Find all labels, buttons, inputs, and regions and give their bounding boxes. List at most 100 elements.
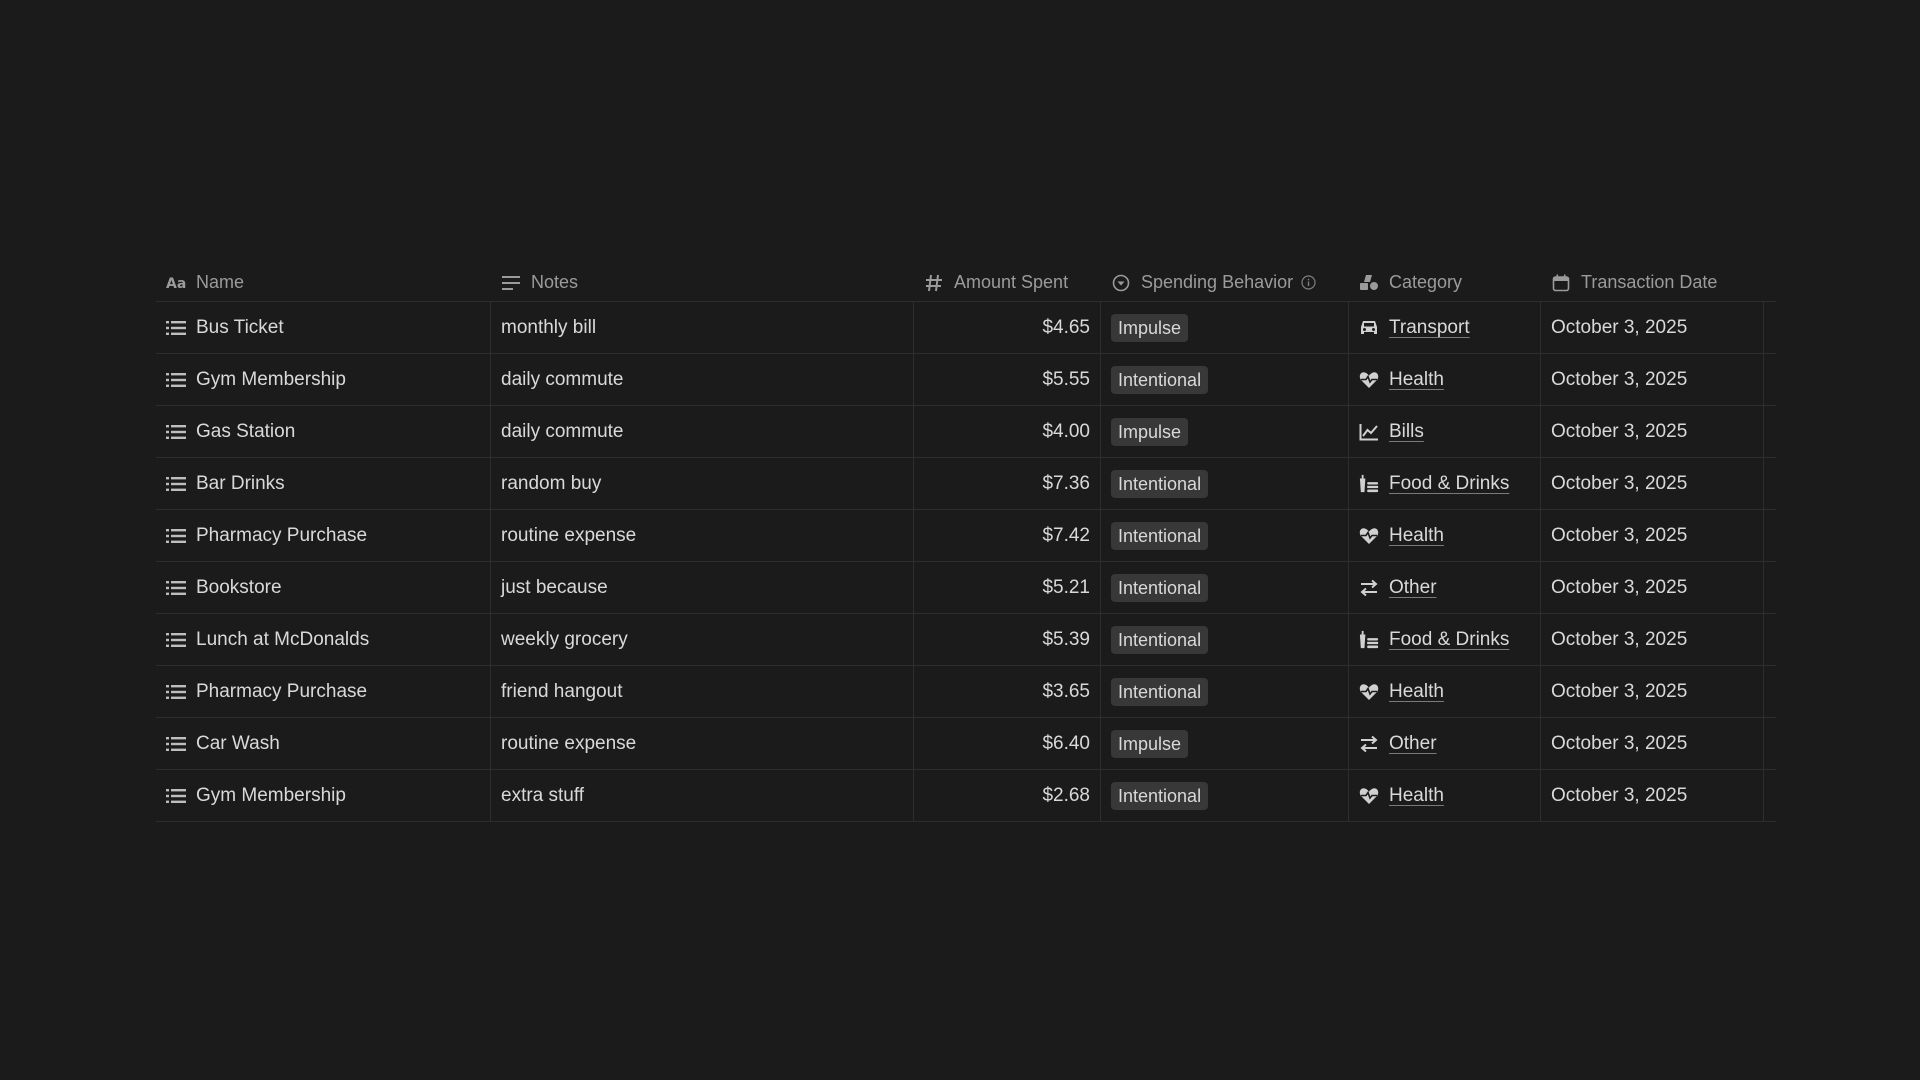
category-link[interactable]: Health bbox=[1389, 681, 1444, 703]
notes-cell[interactable]: routine expense bbox=[491, 510, 914, 561]
category-link[interactable]: Health bbox=[1389, 785, 1444, 807]
table-row[interactable]: Gas Station daily commute $4.00 Impulse … bbox=[156, 406, 1776, 458]
behavior-cell[interactable]: Intentional bbox=[1101, 562, 1349, 613]
category-link[interactable]: Food & Drinks bbox=[1389, 629, 1509, 651]
table-row[interactable]: Gym Membership extra stuff $2.68 Intenti… bbox=[156, 770, 1776, 822]
name-cell[interactable]: Car Wash bbox=[156, 718, 491, 769]
category-cell[interactable]: Health bbox=[1349, 510, 1541, 561]
column-header-date[interactable]: Transaction Date bbox=[1541, 258, 1764, 301]
amount-cell[interactable]: $5.39 bbox=[914, 614, 1101, 665]
row-name: Gym Membership bbox=[196, 368, 346, 390]
list-icon bbox=[166, 682, 186, 702]
category-link[interactable]: Transport bbox=[1389, 317, 1470, 339]
column-header-amount[interactable]: Amount Spent bbox=[914, 258, 1101, 301]
table-row[interactable]: Bar Drinks random buy $7.36 Intentional … bbox=[156, 458, 1776, 510]
amount-cell[interactable]: $2.68 bbox=[914, 770, 1101, 821]
category-link[interactable]: Bills bbox=[1389, 421, 1424, 443]
table-row[interactable]: Bookstore just because $5.21 Intentional… bbox=[156, 562, 1776, 614]
category-link[interactable]: Other bbox=[1389, 733, 1437, 755]
category-cell[interactable]: Food & Drinks bbox=[1349, 458, 1541, 509]
amount-cell[interactable]: $5.55 bbox=[914, 354, 1101, 405]
row-amount: $7.36 bbox=[1042, 472, 1090, 494]
behavior-cell[interactable]: Intentional bbox=[1101, 770, 1349, 821]
amount-cell[interactable]: $7.36 bbox=[914, 458, 1101, 509]
info-icon[interactable] bbox=[1301, 275, 1316, 290]
date-cell[interactable]: October 3, 2025 bbox=[1541, 770, 1764, 821]
category-cell[interactable]: Other bbox=[1349, 718, 1541, 769]
table-row[interactable]: Car Wash routine expense $6.40 Impulse O… bbox=[156, 718, 1776, 770]
date-cell[interactable]: October 3, 2025 bbox=[1541, 614, 1764, 665]
column-header-amount-label: Amount Spent bbox=[954, 272, 1069, 292]
category-link[interactable]: Food & Drinks bbox=[1389, 473, 1509, 495]
row-notes: daily commute bbox=[501, 368, 624, 390]
column-header-category[interactable]: Category bbox=[1349, 258, 1541, 301]
notes-cell[interactable]: daily commute bbox=[491, 406, 914, 457]
notes-cell[interactable]: just because bbox=[491, 562, 914, 613]
date-cell[interactable]: October 3, 2025 bbox=[1541, 562, 1764, 613]
category-cell[interactable]: Health bbox=[1349, 354, 1541, 405]
name-cell[interactable]: Gym Membership bbox=[156, 770, 491, 821]
date-cell[interactable]: October 3, 2025 bbox=[1541, 458, 1764, 509]
name-cell[interactable]: Gym Membership bbox=[156, 354, 491, 405]
category-cell[interactable]: Food & Drinks bbox=[1349, 614, 1541, 665]
notes-cell[interactable]: routine expense bbox=[491, 718, 914, 769]
column-header-name[interactable]: Aa Name bbox=[156, 258, 491, 301]
amount-cell[interactable]: $5.21 bbox=[914, 562, 1101, 613]
date-cell[interactable]: October 3, 2025 bbox=[1541, 354, 1764, 405]
category-cell[interactable]: Transport bbox=[1349, 302, 1541, 353]
behavior-cell[interactable]: Impulse bbox=[1101, 302, 1349, 353]
amount-cell[interactable]: $3.65 bbox=[914, 666, 1101, 717]
date-cell[interactable]: October 3, 2025 bbox=[1541, 718, 1764, 769]
heart-pulse-icon bbox=[1359, 786, 1379, 806]
name-cell[interactable]: Bar Drinks bbox=[156, 458, 491, 509]
name-cell[interactable]: Bookstore bbox=[156, 562, 491, 613]
category-cell[interactable]: Health bbox=[1349, 770, 1541, 821]
column-header-notes[interactable]: Notes bbox=[491, 258, 914, 301]
name-cell[interactable]: Gas Station bbox=[156, 406, 491, 457]
notes-cell[interactable]: weekly grocery bbox=[491, 614, 914, 665]
category-cell[interactable]: Bills bbox=[1349, 406, 1541, 457]
behavior-cell[interactable]: Intentional bbox=[1101, 510, 1349, 561]
table-row[interactable]: Gym Membership daily commute $5.55 Inten… bbox=[156, 354, 1776, 406]
notes-cell[interactable]: random buy bbox=[491, 458, 914, 509]
date-cell[interactable]: October 3, 2025 bbox=[1541, 406, 1764, 457]
notes-cell[interactable]: extra stuff bbox=[491, 770, 914, 821]
date-cell[interactable]: October 3, 2025 bbox=[1541, 666, 1764, 717]
date-cell[interactable]: October 3, 2025 bbox=[1541, 302, 1764, 353]
row-name: Bar Drinks bbox=[196, 472, 285, 494]
category-cell[interactable]: Health bbox=[1349, 666, 1541, 717]
column-header-behavior[interactable]: Spending Behavior bbox=[1101, 258, 1349, 301]
category-link[interactable]: Health bbox=[1389, 369, 1444, 391]
table-row[interactable]: Lunch at McDonalds weekly grocery $5.39 … bbox=[156, 614, 1776, 666]
swap-arrows-icon bbox=[1359, 578, 1379, 598]
car-icon bbox=[1359, 318, 1379, 338]
table-row[interactable]: Pharmacy Purchase friend hangout $3.65 I… bbox=[156, 666, 1776, 718]
behavior-cell[interactable]: Impulse bbox=[1101, 406, 1349, 457]
name-cell[interactable]: Pharmacy Purchase bbox=[156, 510, 491, 561]
category-link[interactable]: Health bbox=[1389, 525, 1444, 547]
amount-cell[interactable]: $4.65 bbox=[914, 302, 1101, 353]
category-link[interactable]: Other bbox=[1389, 577, 1437, 599]
amount-cell[interactable]: $7.42 bbox=[914, 510, 1101, 561]
behavior-cell[interactable]: Impulse bbox=[1101, 718, 1349, 769]
notes-cell[interactable]: daily commute bbox=[491, 354, 914, 405]
behavior-tag: Intentional bbox=[1111, 521, 1209, 550]
notes-cell[interactable]: monthly bill bbox=[491, 302, 914, 353]
row-name: Gas Station bbox=[196, 420, 296, 442]
name-cell[interactable]: Lunch at McDonalds bbox=[156, 614, 491, 665]
behavior-cell[interactable]: Intentional bbox=[1101, 458, 1349, 509]
behavior-cell[interactable]: Intentional bbox=[1101, 354, 1349, 405]
behavior-cell[interactable]: Intentional bbox=[1101, 614, 1349, 665]
row-amount: $4.00 bbox=[1042, 420, 1090, 442]
behavior-cell[interactable]: Intentional bbox=[1101, 666, 1349, 717]
table-row[interactable]: Pharmacy Purchase routine expense $7.42 … bbox=[156, 510, 1776, 562]
amount-cell[interactable]: $4.00 bbox=[914, 406, 1101, 457]
category-cell[interactable]: Other bbox=[1349, 562, 1541, 613]
table-row[interactable]: Bus Ticket monthly bill $4.65 Impulse Tr… bbox=[156, 302, 1776, 354]
name-cell[interactable]: Bus Ticket bbox=[156, 302, 491, 353]
date-cell[interactable]: October 3, 2025 bbox=[1541, 510, 1764, 561]
name-cell[interactable]: Pharmacy Purchase bbox=[156, 666, 491, 717]
amount-cell[interactable]: $6.40 bbox=[914, 718, 1101, 769]
notes-cell[interactable]: friend hangout bbox=[491, 666, 914, 717]
row-amount: $2.68 bbox=[1042, 784, 1090, 806]
